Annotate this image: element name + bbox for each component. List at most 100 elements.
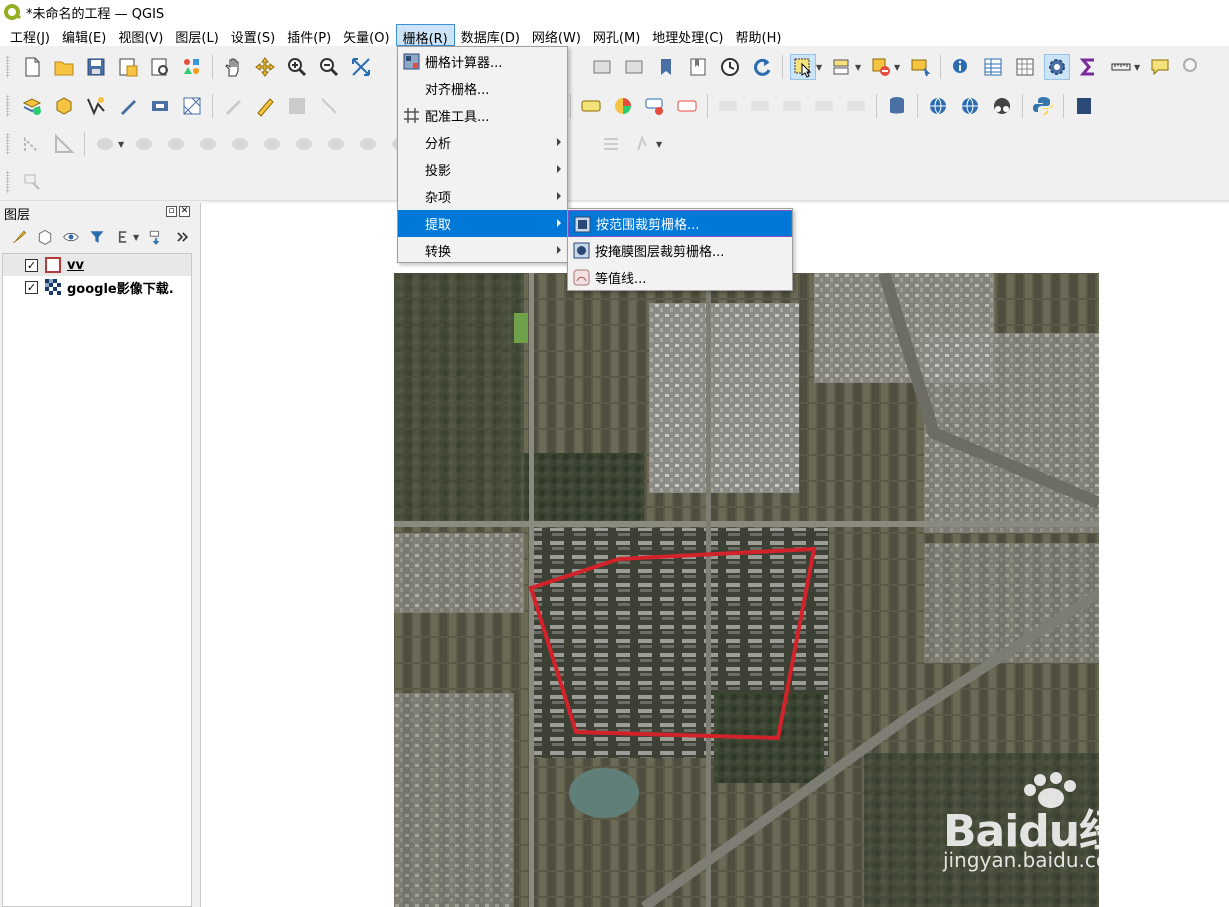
label-properties-button[interactable] [843,93,869,119]
float-panel-button[interactable]: ▫ [166,206,177,217]
more-tools-button[interactable] [171,226,193,248]
menu-help[interactable]: 帮助(H) [730,24,788,46]
split-parts-button[interactable] [355,131,381,157]
select-dropdown-arrow[interactable]: ▼ [816,63,824,72]
layer-item-vv[interactable]: ✓ vv [3,254,191,276]
delete-ring-button[interactable] [195,131,221,157]
close-panel-button[interactable]: ✕ [179,206,190,217]
show-hide-labels-button[interactable] [715,93,741,119]
wcs-layer-button[interactable] [957,93,983,119]
metasearch-button[interactable] [989,93,1015,119]
layer-item-google-image[interactable]: ✓ google影像下载. [3,276,191,298]
menu-mesh[interactable]: 网孔(M) [587,24,646,46]
print-layout-button[interactable] [147,54,173,80]
align-button[interactable] [598,131,624,157]
filter-expression-dropdown[interactable]: ▼ [133,233,141,242]
menu-plugins[interactable]: 插件(P) [281,24,337,46]
zoom-next-button[interactable] [621,54,647,80]
current-edits-button[interactable] [220,93,246,119]
processing-toolbox-button[interactable] [1044,54,1070,80]
manage-visibility-button[interactable] [60,226,82,248]
bookmark-button[interactable] [653,54,679,80]
menu-settings[interactable]: 设置(S) [225,24,281,46]
pin-labels-button[interactable] [642,93,668,119]
change-label-button[interactable] [811,93,837,119]
menu-view[interactable]: 视图(V) [112,24,169,46]
layer-visibility-checkbox[interactable]: ✓ [25,258,38,272]
deselect-all-button[interactable] [868,54,894,80]
add-group-button[interactable] [34,226,56,248]
split-features-button[interactable] [323,131,349,157]
add-ring-dropdown[interactable]: ▼ [118,140,126,149]
select-features-button[interactable] [790,54,816,80]
menu-web[interactable]: 网络(W) [526,24,587,46]
toolbar-grip[interactable] [6,56,10,78]
save-project-button[interactable] [83,54,109,80]
new-geopackage-button[interactable] [51,93,77,119]
pan-map-button[interactable] [220,54,246,80]
reshape-button[interactable] [259,131,285,157]
measure-line-button[interactable] [1108,54,1134,80]
offset-curve-button[interactable] [291,131,317,157]
delete-part-button[interactable] [227,131,253,157]
clip-raster-by-extent-item[interactable]: 按范围裁剪栅格... [568,210,792,237]
new-virtual-layer-button[interactable] [147,93,173,119]
filter-expression-button[interactable] [112,226,134,248]
toggle-editing-button[interactable] [252,93,278,119]
map-tips-button[interactable] [1147,54,1173,80]
attribute-table-button[interactable] [980,54,1006,80]
zoom-last-button[interactable] [589,54,615,80]
refresh-button[interactable] [749,54,775,80]
save-edits-button[interactable] [284,93,310,119]
pan-to-selection-button[interactable] [252,54,278,80]
new-mesh-layer-button[interactable] [179,93,205,119]
wms-layer-button[interactable] [925,93,951,119]
menu-database[interactable]: 数据库(D) [455,24,526,46]
style-manager-button[interactable] [179,54,205,80]
menu-raster[interactable]: 栅格(R) [395,24,455,47]
menu-processing[interactable]: 地理处理(C) [646,24,729,46]
fill-ring-button[interactable] [163,131,189,157]
zoom-in-button[interactable] [284,54,310,80]
db-manager-button[interactable] [884,93,910,119]
data-source-manager-button[interactable] [19,93,45,119]
raster-calculator-item[interactable]: 栅格计算器... [398,48,567,75]
deselect-dropdown[interactable]: ▼ [894,63,902,72]
select-by-expression-button[interactable] [829,54,855,80]
add-part-button[interactable] [131,131,157,157]
statistical-summary-button[interactable] [1076,54,1102,80]
menu-project[interactable]: 工程(J) [4,24,56,46]
toolbar-grip[interactable] [6,170,10,193]
clip-raster-by-mask-item[interactable]: 按掩膜图层裁剪栅格... [568,237,792,264]
open-styling-button[interactable] [8,226,30,248]
expand-all-button[interactable] [145,226,167,248]
miscellaneous-submenu-item[interactable]: 杂项 [398,183,567,210]
save-as-button[interactable] [115,54,141,80]
layer-diagram-button[interactable] [610,93,636,119]
add-ring-button[interactable] [92,131,118,157]
select-expression-dropdown[interactable]: ▼ [855,63,863,72]
show-bookmarks-button[interactable] [685,54,711,80]
rotate-point-button[interactable] [630,131,656,157]
extraction-submenu-item[interactable]: 提取 [398,210,567,237]
rotate-dropdown[interactable]: ▼ [656,140,664,149]
zoom-native-button[interactable] [1179,54,1205,80]
open-project-button[interactable] [51,54,77,80]
advanced-digitize-button[interactable] [51,131,77,157]
identify-features-button[interactable] [948,54,974,80]
zoom-out-button[interactable] [316,54,342,80]
highlight-labels-button[interactable] [674,93,700,119]
contour-item[interactable]: 等值线... [568,264,792,291]
measure-dropdown[interactable]: ▼ [1134,63,1142,72]
new-shapefile-button[interactable] [83,93,109,119]
rotate-label-button[interactable] [779,93,805,119]
menu-layer[interactable]: 图层(L) [169,24,224,46]
conversion-submenu-item[interactable]: 转换 [398,237,567,264]
help-button[interactable] [1071,93,1097,119]
zoom-full-button[interactable] [348,54,374,80]
filter-legend-button[interactable] [86,226,108,248]
new-project-button[interactable] [19,54,45,80]
layer-visibility-checkbox[interactable]: ✓ [25,280,38,294]
temporal-controller-button[interactable] [717,54,743,80]
enable-snapping-button[interactable] [19,131,45,157]
